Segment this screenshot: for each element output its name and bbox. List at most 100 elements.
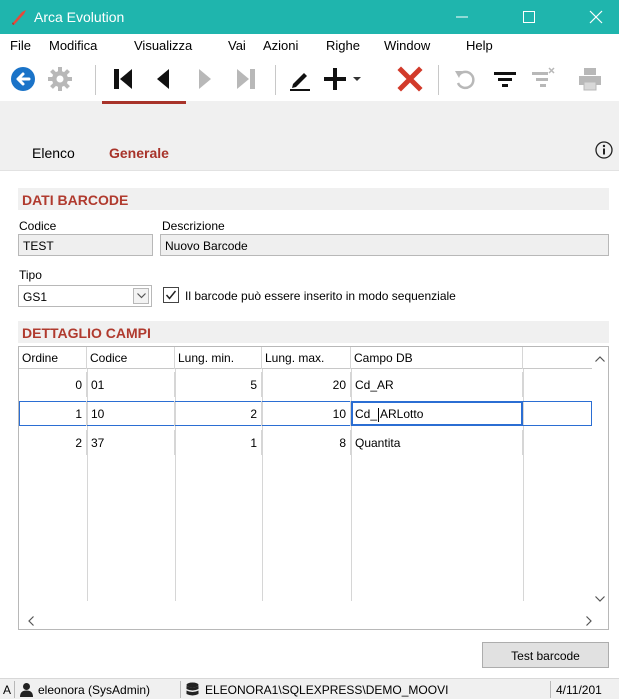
campo-db-edit-text-after: ARLotto [380,407,424,421]
status-bar: A eleonora (SysAdmin) ELEONORA1\SQLEXPRE… [0,678,619,699]
cell-codice[interactable]: 37 [87,430,175,455]
menu-vai[interactable]: Vai [228,38,246,53]
title-bar: Arca Evolution [0,0,619,34]
database-icon [186,682,199,696]
cell-lung-min[interactable]: 2 [175,401,262,426]
previous-record-icon [157,69,169,89]
edit-button[interactable] [284,61,316,97]
add-button[interactable] [320,61,350,97]
minimize-button[interactable] [439,0,485,34]
col-header-ordine[interactable]: Ordine [19,347,87,369]
table-row[interactable]: 0 01 5 20 Cd_AR [19,372,592,397]
tipo-label: Tipo [19,268,42,282]
table-row[interactable]: 2 37 1 8 Quantita [19,430,592,455]
first-record-button[interactable] [108,61,138,97]
menu-azioni[interactable]: Azioni [263,38,298,53]
select-dropdown-button[interactable] [133,288,149,304]
status-date: 4/11/201 [556,683,602,697]
col-header-lung-min[interactable]: Lung. min. [175,347,262,369]
next-record-button[interactable] [192,61,218,97]
sequential-checkbox-label: Il barcode può essere inserito in modo s… [185,289,456,303]
col-header-codice[interactable]: Codice [87,347,175,369]
last-record-icon [237,69,255,89]
window-title: Arca Evolution [34,9,125,25]
tab-elenco[interactable]: Elenco [32,145,75,161]
toolbar-separator [275,65,276,95]
sequential-checkbox[interactable] [163,287,179,303]
chevron-left-icon [28,616,34,626]
settings-button[interactable] [44,61,76,97]
cell-campo-db[interactable]: Cd_AR [351,372,523,397]
clear-filter-icon [532,67,555,87]
scroll-up-button[interactable] [592,351,608,367]
cell-ordine[interactable]: 1 [19,401,87,426]
cell-codice[interactable]: 01 [87,372,175,397]
cell-lung-min[interactable]: 5 [175,372,262,397]
add-dropdown-button[interactable] [350,61,364,97]
test-barcode-button[interactable]: Test barcode [482,642,609,668]
chevron-right-icon [586,616,592,626]
undo-button[interactable] [450,61,480,97]
menu-help[interactable]: Help [466,38,493,53]
status-prefix: A [3,683,12,697]
tipo-value: GS1 [23,290,48,304]
cell-campo-db-editing[interactable]: Cd_ ARLotto [351,401,523,426]
menu-file[interactable]: File [10,38,31,53]
last-record-button[interactable] [232,61,260,97]
vertical-scrollbar[interactable] [592,347,608,611]
col-header-campo-db[interactable]: Campo DB [351,347,523,369]
cell-lung-min[interactable]: 1 [175,430,262,455]
descrizione-field[interactable]: Nuovo Barcode [160,234,609,256]
user-icon [20,683,33,697]
gear-icon [48,67,72,91]
previous-record-button[interactable] [150,61,176,97]
status-user: eleonora (SysAdmin) [38,683,151,697]
filter-button[interactable] [490,61,520,97]
campo-db-edit-text-before: Cd_ [355,407,378,421]
chevron-down-icon [136,293,146,299]
cell-lung-max[interactable]: 8 [262,430,351,455]
fields-grid: Ordine Codice Lung. min. Lung. max. Camp… [18,346,609,630]
cell-campo-db[interactable]: Quantita [351,430,523,455]
dropdown-chevron-icon [353,77,361,81]
edit-pencil-icon [290,73,310,91]
cell-ordine[interactable]: 2 [19,430,87,455]
back-button[interactable] [8,61,38,97]
menu-righe[interactable]: Righe [326,38,360,53]
menu-window[interactable]: Window [384,38,430,53]
col-header-empty [523,347,592,369]
app-window: Arca Evolution File Modifica Visualizza … [0,0,619,699]
print-button[interactable] [574,61,606,97]
scroll-right-button[interactable] [581,613,597,629]
tipo-select[interactable]: GS1 [18,285,152,307]
toolbar-separator [95,65,96,95]
grid-header: Ordine Codice Lung. min. Lung. max. Camp… [19,347,592,369]
cell-lung-max[interactable]: 10 [262,401,351,426]
cell-lung-max[interactable]: 20 [262,372,351,397]
status-separator [14,681,15,698]
minimize-icon [456,16,468,18]
checkmark-icon [165,290,177,300]
table-row-selected[interactable]: 1 10 2 10 Cd_ ARLotto [19,401,592,426]
status-separator [180,681,181,698]
chevron-up-icon [595,356,605,362]
delete-button[interactable] [394,61,426,97]
codice-field[interactable]: TEST [18,234,153,256]
cell-codice[interactable]: 10 [87,401,175,426]
status-server: ELEONORA1\SQLEXPRESS\DEMO_MOOVI [205,683,449,697]
maximize-button[interactable] [506,0,552,34]
menu-modifica[interactable]: Modifica [49,38,97,53]
close-button[interactable] [573,0,619,34]
text-caret [378,407,380,422]
menu-visualizza[interactable]: Visualizza [134,38,192,53]
horizontal-scrollbar[interactable] [19,612,608,629]
info-icon[interactable] [595,141,613,159]
cell-ordine[interactable]: 0 [19,372,87,397]
scroll-down-button[interactable] [592,591,608,607]
tab-generale[interactable]: Generale [109,145,169,161]
col-header-lung-max[interactable]: Lung. max. [262,347,351,369]
clear-filter-button[interactable] [528,61,558,97]
first-record-icon [114,69,132,89]
codice-label: Codice [19,219,57,233]
scroll-left-button[interactable] [23,613,39,629]
